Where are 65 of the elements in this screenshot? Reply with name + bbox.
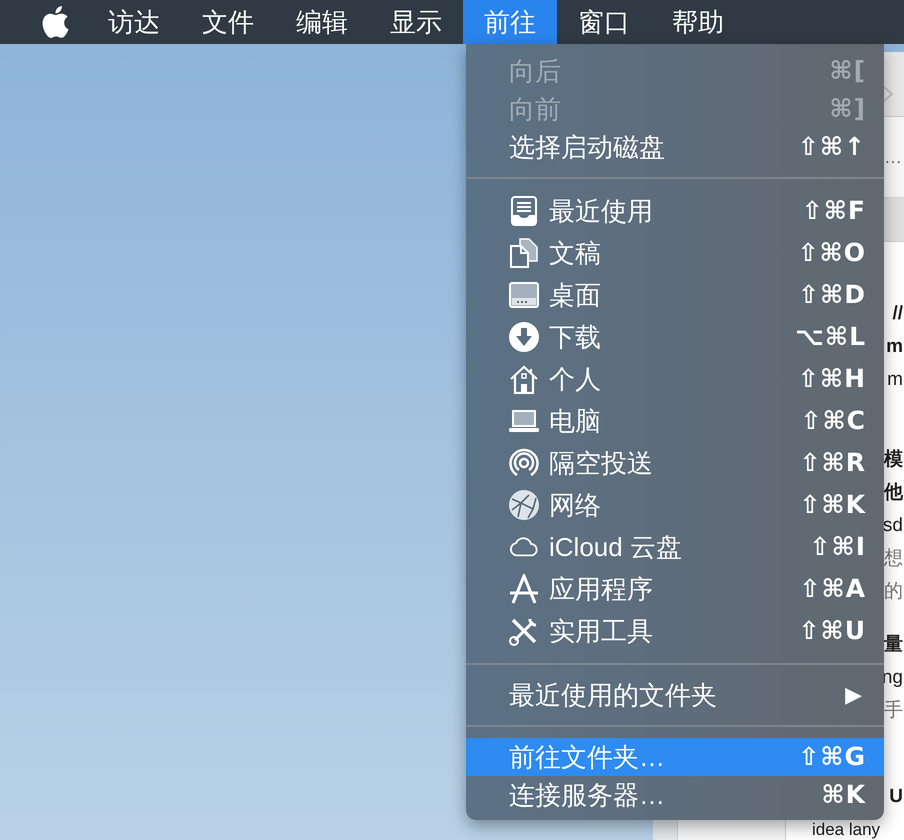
shortcut-label: ⌘[ bbox=[829, 55, 866, 88]
menu-item[interactable]: 桌面 ⇧⌘D bbox=[466, 274, 884, 316]
drafting-tools-icon bbox=[509, 574, 539, 604]
shortcut-label: ⇧⌘R bbox=[800, 447, 866, 480]
text-line: m bbox=[886, 334, 903, 358]
apple-icon[interactable] bbox=[42, 6, 69, 38]
shortcut-label: ⇧⌘G bbox=[798, 741, 866, 774]
text-line: 的 bbox=[884, 580, 903, 604]
shortcut-label: ⇧⌘U bbox=[798, 615, 866, 648]
menu-item[interactable]: 前往文件夹… ⇧⌘G bbox=[466, 738, 884, 776]
menu-bar-item[interactable]: 文件 bbox=[181, 0, 275, 44]
shortcut-label: ⌘K bbox=[821, 779, 866, 812]
menu-item[interactable]: iCloud 云盘 ⇧⌘I bbox=[466, 526, 884, 568]
menu-bar-item[interactable]: 显示 bbox=[369, 0, 463, 44]
shortcut-label: ⇧⌘F bbox=[802, 195, 866, 228]
concentric-rings-icon bbox=[509, 448, 539, 478]
menu-item[interactable]: 文稿 ⇧⌘O bbox=[466, 232, 884, 274]
documents-icon bbox=[510, 238, 538, 268]
shortcut-label: ⇧⌘A bbox=[800, 573, 866, 606]
menu-bar-item[interactable]: 帮助 bbox=[651, 0, 745, 44]
menu-bar-item[interactable]: 前往 bbox=[463, 0, 557, 44]
menu-item[interactable]: 下载 ⌥⌘L bbox=[466, 316, 884, 358]
shortcut-label: ⌥⌘L bbox=[795, 321, 866, 354]
text-line: m bbox=[887, 368, 903, 392]
menu-item[interactable]: 实用工具 ⇧⌘U bbox=[466, 610, 884, 652]
text-line: idea lany bbox=[811, 820, 882, 840]
download-icon bbox=[509, 322, 539, 352]
menu-item[interactable]: 选择启动磁盘 ⇧⌘↑ bbox=[466, 128, 884, 166]
menu-bar-item[interactable]: 编辑 bbox=[275, 0, 369, 44]
tray-icon bbox=[511, 196, 537, 226]
menu-item[interactable]: 应用程序 ⇧⌘A bbox=[466, 568, 884, 610]
globe-icon bbox=[509, 490, 539, 520]
wrench-screwdriver-icon bbox=[509, 616, 539, 646]
text-line: U bbox=[889, 784, 903, 808]
text-line: 想 bbox=[884, 546, 903, 570]
shortcut-label: ⇧⌘I bbox=[810, 531, 866, 564]
text-line: sd bbox=[882, 514, 903, 538]
desktop-icon bbox=[509, 282, 539, 308]
shortcut-label: ⇧⌘↑ bbox=[798, 131, 866, 164]
menu-item[interactable]: 连接服务器… ⌘K bbox=[466, 776, 884, 814]
menu-bar-item[interactable]: 访达 bbox=[87, 0, 181, 44]
shortcut-label: ⇧⌘D bbox=[798, 279, 866, 312]
menu-item[interactable]: 最近使用 ⇧⌘F bbox=[466, 190, 884, 232]
text-line: 手 bbox=[884, 698, 903, 722]
text-line: 他 bbox=[884, 480, 903, 504]
shortcut-label: ⇧⌘O bbox=[798, 237, 866, 270]
menu-bar-item[interactable]: 窗口 bbox=[557, 0, 651, 44]
menu-item[interactable]: 网络 ⇧⌘K bbox=[466, 484, 884, 526]
submenu-arrow: ▶ bbox=[845, 682, 862, 710]
shortcut-label: ⌘] bbox=[829, 93, 866, 126]
text-line: 模 bbox=[884, 448, 903, 472]
text-line: // bbox=[892, 302, 903, 326]
menu-item[interactable]: 隔空投送 ⇧⌘R bbox=[466, 442, 884, 484]
chevron-right-icon[interactable] bbox=[883, 86, 893, 102]
laptop-icon bbox=[509, 410, 539, 432]
house-icon bbox=[509, 364, 539, 394]
shortcut-label: ⇧⌘K bbox=[799, 489, 866, 522]
menu-item[interactable]: 个人 ⇧⌘H bbox=[466, 358, 884, 400]
menu-item[interactable]: 最近使用的文件夹 ▶ bbox=[466, 676, 884, 714]
shortcut-label: ⇧⌘C bbox=[800, 405, 866, 438]
shortcut-label: ⇧⌘H bbox=[798, 363, 866, 396]
tab-title: … bbox=[884, 148, 902, 166]
cloud-icon bbox=[509, 536, 539, 558]
text-line: 量 bbox=[884, 632, 903, 656]
menu-item[interactable]: 电脑 ⇧⌘C bbox=[466, 400, 884, 442]
